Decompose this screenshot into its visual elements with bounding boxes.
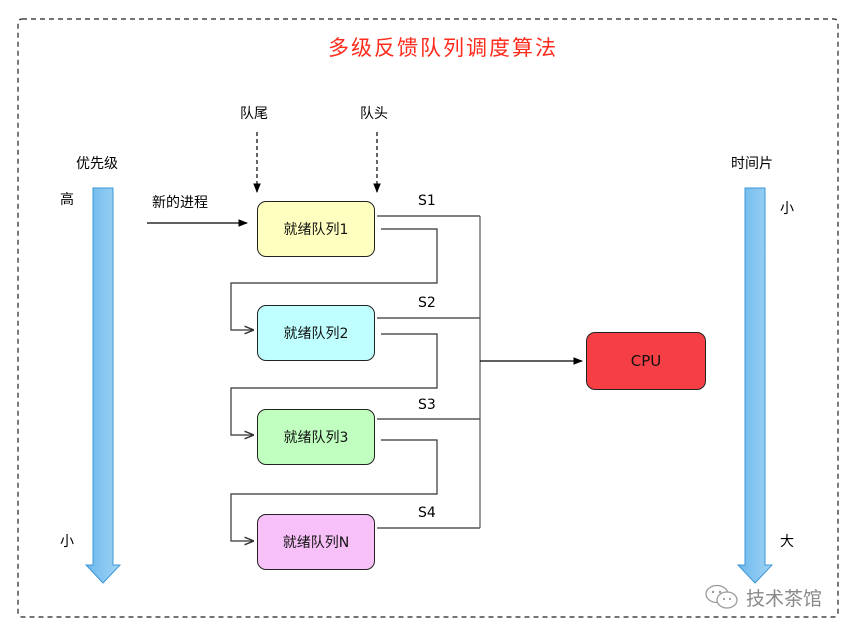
new-process-label: 新的进程 [152,195,208,211]
time-slice-arrow [736,187,774,584]
ready-queue-n: 就绪队列N [257,514,375,570]
priority-low-label: 小 [60,534,74,550]
priority-arrow [84,187,122,584]
slice-label-s1: S1 [418,193,436,209]
time-slice-label: 时间片 [731,156,773,172]
diagram-title: 多级反馈队列调度算法 [328,36,558,60]
priority-high-label: 高 [60,192,74,208]
cpu-box: CPU [586,332,706,390]
wechat-icon [704,584,740,614]
priority-label: 优先级 [76,156,118,172]
watermark: 技术茶馆 [704,584,822,614]
time-slice-small-label: 小 [780,201,794,217]
slice-label-s3: S3 [418,397,436,413]
ready-queue-2-label: 就绪队列2 [283,326,349,342]
queue-tail-label: 队尾 [240,106,268,122]
ready-queue-1: 就绪队列1 [257,201,375,257]
ready-queue-3-label: 就绪队列3 [283,430,349,446]
slice-label-s4: S4 [418,505,436,521]
diagram-canvas [17,18,839,618]
ready-queue-2: 就绪队列2 [257,305,375,361]
queue-head-label: 队头 [360,106,388,122]
ready-queue-3: 就绪队列3 [257,409,375,465]
watermark-text: 技术茶馆 [746,587,823,610]
ready-queue-n-label: 就绪队列N [282,535,350,551]
slice-label-s2: S2 [418,295,436,311]
cpu-label: CPU [630,352,662,370]
ready-queue-1-label: 就绪队列1 [283,222,349,238]
time-slice-large-label: 大 [780,534,794,550]
